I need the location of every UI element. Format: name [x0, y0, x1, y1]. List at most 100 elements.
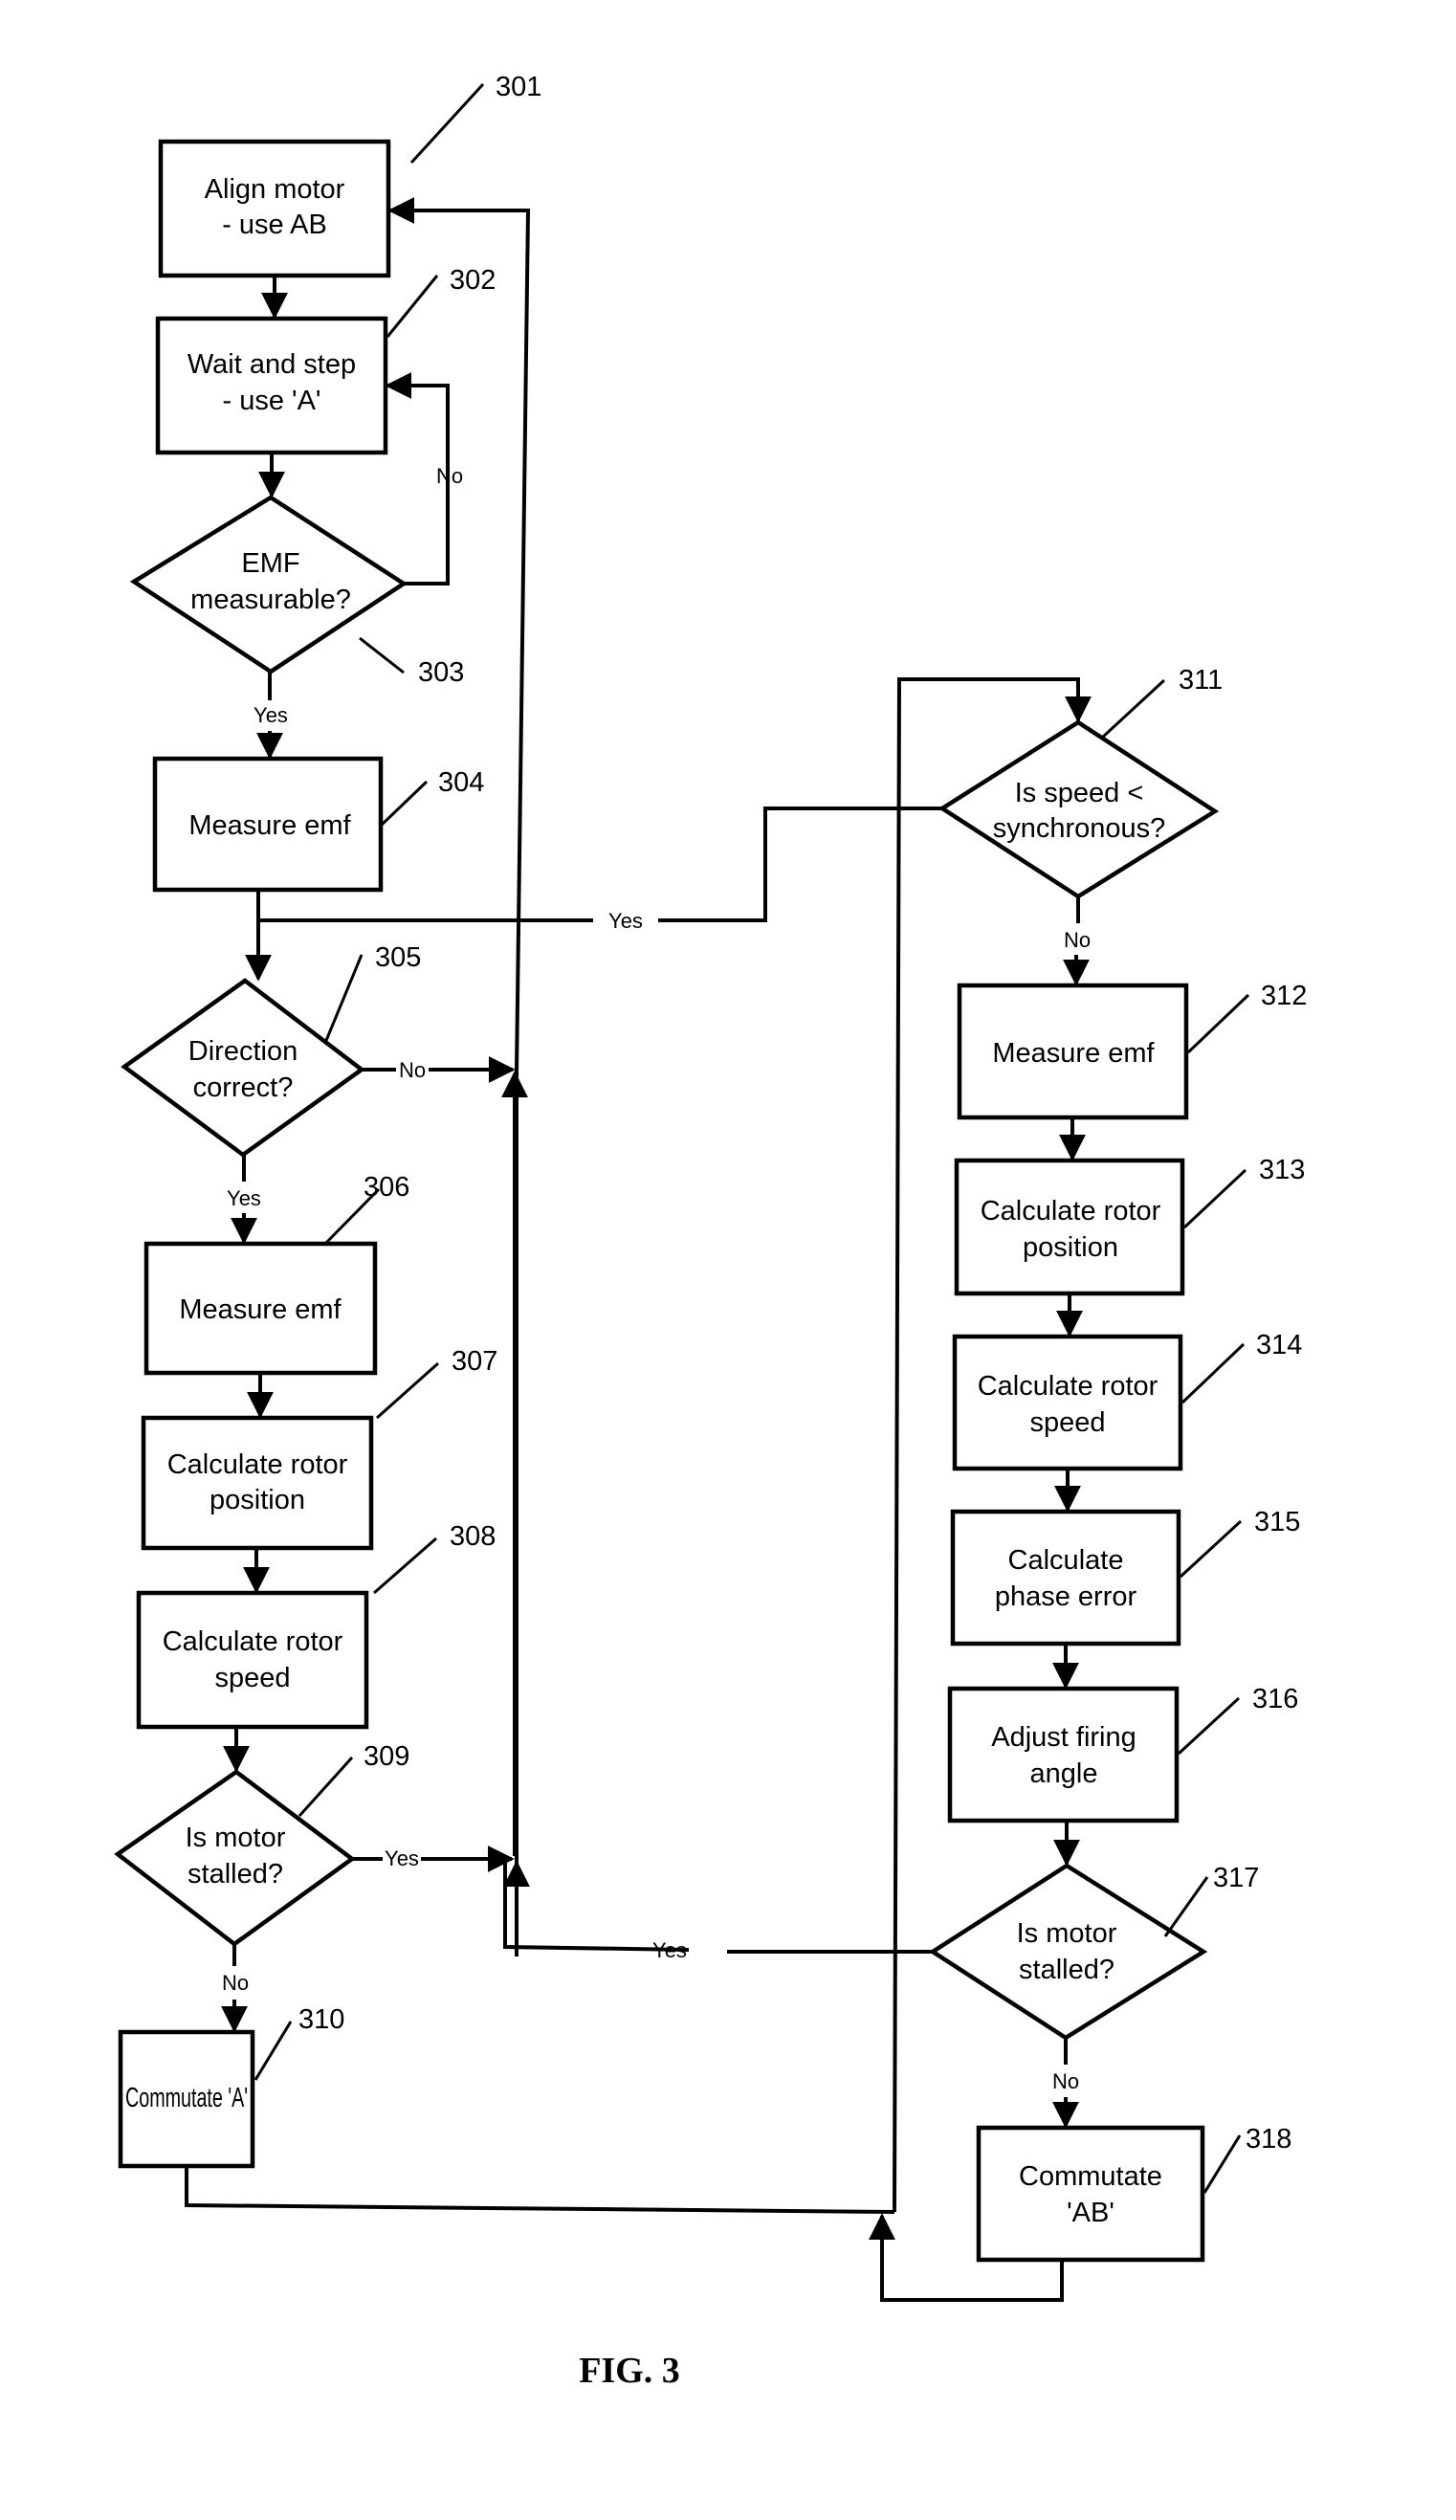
decision-diamond — [938, 719, 1220, 899]
node-text: Is speed < — [1015, 778, 1144, 808]
node-text: position — [1023, 1232, 1118, 1263]
ref-number: 307 — [452, 1346, 497, 1377]
node-307: Calculate rotor position 307 — [141, 1346, 497, 1551]
node-text: Measure emf — [992, 1038, 1155, 1069]
node-305: Direction correct? 305 No Yes — [121, 942, 426, 1210]
edge-label-yes: Yes — [254, 703, 288, 727]
node-text: stalled? — [1019, 1955, 1114, 1985]
decision-diamond — [121, 978, 365, 1158]
node-text: Direction — [188, 1036, 298, 1067]
node-text: EMF — [241, 548, 299, 579]
decision-diamond — [928, 1863, 1208, 2041]
node-text: Calculate rotor — [167, 1449, 348, 1480]
process-box — [950, 1509, 1181, 1647]
ref-leader — [298, 1756, 354, 1818]
edge-label-no: No — [1052, 2069, 1079, 2093]
edge-label-yes: Yes — [227, 1186, 261, 1210]
edge-label-no: No — [222, 1971, 249, 1995]
node-309: Is motor stalled? 309 Yes No — [114, 1741, 419, 1995]
node-312: Measure emf 312 — [957, 981, 1307, 1120]
ref-leader — [376, 1361, 439, 1420]
node-308: Calculate rotor speed 308 — [136, 1521, 496, 1730]
ref-leader — [1100, 678, 1166, 740]
node-text: Calculate rotor — [978, 1371, 1158, 1402]
edge-label-yes: Yes — [385, 1846, 419, 1870]
edge-317-yes-b — [503, 1863, 690, 1952]
ref-number: 303 — [418, 657, 464, 688]
edge-310-311 — [185, 2166, 895, 2214]
node-text: Measure emf — [179, 1294, 342, 1325]
node-text: speed — [214, 1663, 290, 1693]
node-text: phase error — [995, 1581, 1137, 1612]
ref-number: 317 — [1213, 1863, 1259, 1893]
edge-label-no: No — [399, 1058, 426, 1082]
edge-label-yes: Yes — [608, 909, 643, 933]
node-text: angle — [1030, 1758, 1098, 1789]
node-306: Measure emf 306 — [143, 1172, 409, 1376]
edge-label-no: No — [436, 464, 463, 488]
node-text: Measure emf — [188, 810, 351, 841]
node-text: Commutate 'A' — [125, 2083, 248, 2113]
ref-number: 316 — [1252, 1684, 1298, 1714]
node-315: Calculate phase error 315 — [950, 1507, 1300, 1647]
node-316: Adjust firing angle 316 — [947, 1684, 1298, 1824]
ref-leader — [1182, 1168, 1247, 1229]
ref-number: 304 — [438, 767, 484, 798]
node-text: Adjust firing — [991, 1722, 1136, 1753]
ref-number: 309 — [364, 1741, 409, 1772]
node-text: Calculate — [1008, 1545, 1124, 1576]
edge-label-no: No — [1064, 928, 1091, 952]
node-318: Commutate 'AB' 318 — [976, 2124, 1291, 2263]
node-text: Wait and step — [188, 349, 356, 380]
ref-leader — [1177, 1696, 1241, 1756]
node-text: synchronous? — [993, 813, 1166, 844]
ref-leader — [1163, 1876, 1209, 1937]
ref-leader — [359, 636, 405, 674]
ref-number: 306 — [364, 1172, 409, 1203]
node-text: position — [210, 1485, 305, 1515]
ref-number: 302 — [450, 265, 496, 296]
node-304: Measure emf 304 Yes — [152, 756, 643, 933]
node-text: speed — [1029, 1407, 1105, 1438]
ref-leader — [1180, 1342, 1246, 1404]
node-text: - use AB — [222, 210, 327, 240]
ref-leader — [254, 2021, 293, 2081]
node-text: correct? — [193, 1072, 294, 1103]
ref-leader — [379, 780, 429, 828]
node-text: Calculate rotor — [163, 1626, 343, 1657]
node-303: EMF measurable? 303 No Yes — [129, 464, 464, 727]
node-text: Is motor — [1017, 1918, 1117, 1949]
ref-leader — [409, 82, 485, 165]
ref-leader — [373, 1536, 437, 1595]
node-text: Commutate — [1019, 2161, 1162, 2192]
edge-label-yes: Yes — [652, 1938, 687, 1962]
node-text: Calculate rotor — [981, 1196, 1161, 1227]
node-317: Is motor stalled? 317 Yes No — [652, 1863, 1259, 2093]
process-box — [141, 1415, 374, 1551]
ref-number: 308 — [450, 1521, 496, 1552]
ref-number: 312 — [1261, 981, 1307, 1011]
process-box — [947, 1686, 1180, 1824]
process-box — [954, 1158, 1185, 1296]
process-box — [976, 2125, 1205, 2263]
ref-leader — [386, 275, 439, 338]
figure-caption: FIG. 3 — [579, 2351, 680, 2391]
ref-number: 315 — [1254, 1507, 1300, 1537]
node-302: Wait and step - use 'A' 302 — [155, 265, 496, 455]
ref-number: 301 — [496, 72, 541, 102]
ref-leader — [1186, 993, 1250, 1054]
ref-number: 305 — [375, 942, 421, 973]
ref-number: 314 — [1256, 1330, 1302, 1360]
node-314: Calculate rotor speed 314 — [952, 1330, 1302, 1471]
node-301: Align motor - use AB 301 — [158, 72, 541, 278]
node-313: Calculate rotor position 313 — [954, 1155, 1305, 1296]
node-text: stalled? — [188, 1859, 283, 1890]
process-box — [136, 1590, 369, 1730]
ref-leader — [1179, 1519, 1243, 1579]
process-box — [952, 1334, 1183, 1471]
flowchart: Align motor - use AB 301 Wait and step -… — [114, 72, 1307, 2391]
ref-number: 311 — [1179, 665, 1223, 696]
ref-number: 313 — [1259, 1155, 1305, 1185]
ref-leader — [1202, 2134, 1242, 2194]
ref-number: 310 — [298, 2004, 344, 2035]
